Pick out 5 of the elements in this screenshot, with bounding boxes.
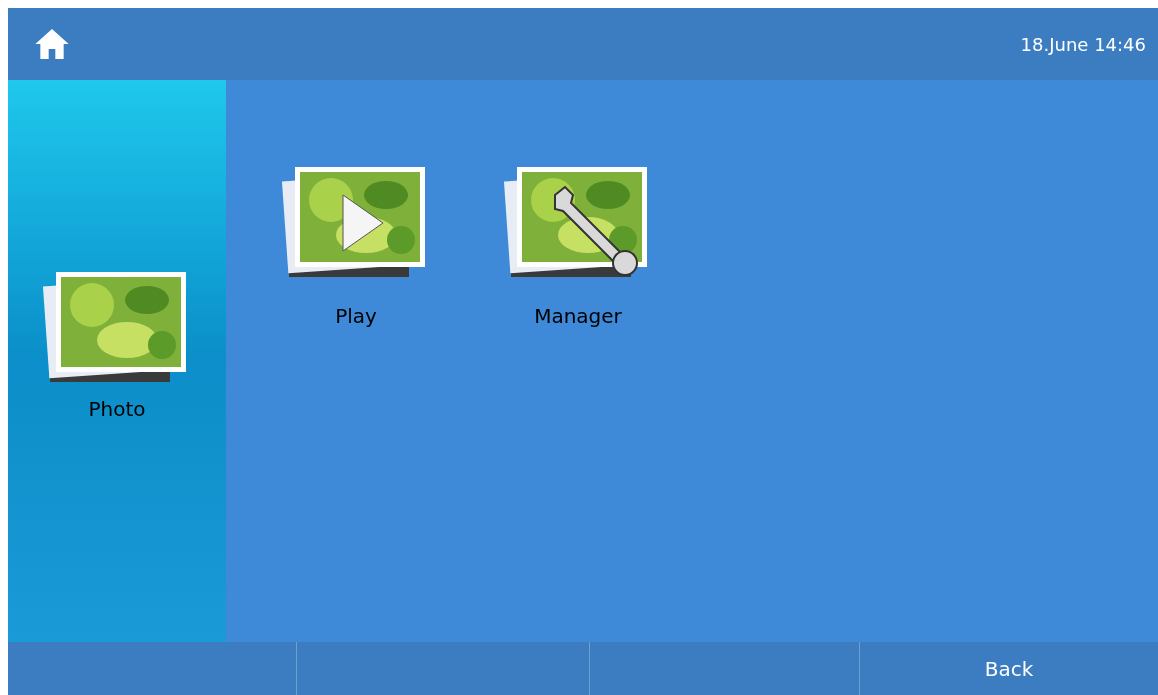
back-button[interactable]: Back (860, 642, 1158, 695)
app-button[interactable]: Manager (503, 155, 653, 331)
sidebar-label: Photo (88, 396, 146, 423)
app-button[interactable]: Play (281, 155, 431, 331)
date-time: 18.June 14:46 (1020, 32, 1146, 57)
